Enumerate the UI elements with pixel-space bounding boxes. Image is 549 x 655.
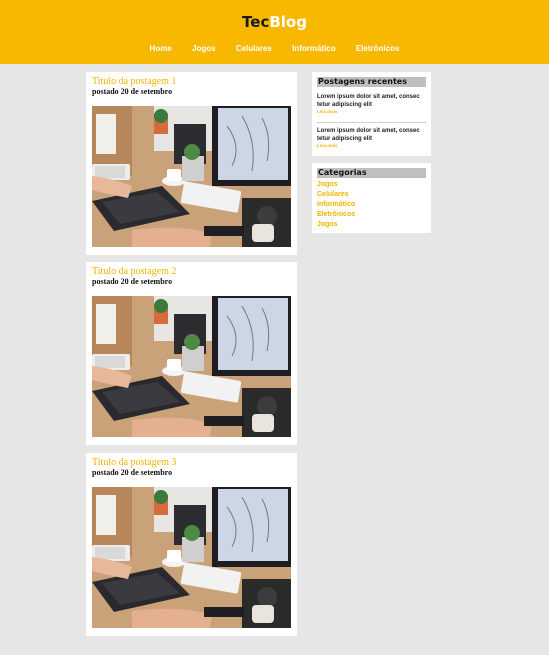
post-date: postado 20 de setembro bbox=[92, 277, 173, 286]
nav-item-eletronicos[interactable]: Eletrônicos bbox=[356, 43, 400, 55]
category-link-celulares[interactable]: Celulares bbox=[317, 190, 427, 200]
post-card: Titulo da postagem 1 postado 20 de setem… bbox=[86, 72, 297, 255]
categories-title: Categorias bbox=[317, 168, 426, 178]
recent-post-text[interactable]: Lorem ipsum dolor sit amet, consec tetur… bbox=[317, 94, 420, 108]
categories-list: Jogos Celulares Informático Eletrônicos … bbox=[317, 180, 427, 230]
post-date: postado 20 de setembro bbox=[92, 468, 173, 477]
nav-item-informatico[interactable]: Informático bbox=[292, 43, 336, 55]
recent-post-text[interactable]: Lorem ipsum dolor sit amet, consec tetur… bbox=[317, 128, 420, 142]
divider bbox=[317, 122, 426, 123]
post-card: Titulo da postagem 3 postado 20 de setem… bbox=[86, 453, 297, 636]
post-card: Titulo da postagem 2 postado 20 de setem… bbox=[86, 262, 297, 445]
logo-part-tec: Tec bbox=[242, 13, 270, 31]
logo-part-blog: Blog bbox=[269, 13, 307, 31]
nav-item-jogos[interactable]: Jogos bbox=[192, 43, 216, 55]
category-link-informatico[interactable]: Informático bbox=[317, 200, 427, 210]
category-link-jogos[interactable]: Jogos bbox=[317, 220, 427, 230]
recent-posts-widget: Postagens recentes Lorem ipsum dolor sit… bbox=[312, 72, 431, 156]
recent-posts-title: Postagens recentes bbox=[317, 77, 426, 87]
recent-post-item: Lorem ipsum dolor sit amet, consec tetur… bbox=[317, 93, 427, 115]
nav-item-home[interactable]: Home bbox=[150, 43, 172, 55]
post-image[interactable] bbox=[92, 296, 291, 437]
site-logo[interactable]: TecBlog bbox=[0, 12, 549, 32]
post-date: postado 20 de setembro bbox=[92, 87, 173, 96]
main-nav: Home Jogos Celulares Informático Eletrôn… bbox=[0, 43, 549, 55]
post-image[interactable] bbox=[92, 487, 291, 628]
site-header: TecBlog Home Jogos Celulares Informático… bbox=[0, 0, 549, 64]
post-image[interactable] bbox=[92, 106, 291, 247]
recent-post-item: Lorem ipsum dolor sit amet, consec tetur… bbox=[317, 127, 427, 149]
category-link-jogos[interactable]: Jogos bbox=[317, 180, 427, 190]
nav-item-celulares[interactable]: Celulares bbox=[236, 43, 272, 55]
categories-widget: Categorias Jogos Celulares Informático E… bbox=[312, 163, 431, 233]
read-more-link[interactable]: Leia mais bbox=[317, 109, 427, 115]
category-link-eletronicos[interactable]: Eletrônicos bbox=[317, 210, 427, 220]
read-more-link[interactable]: Leia mais bbox=[317, 143, 427, 149]
